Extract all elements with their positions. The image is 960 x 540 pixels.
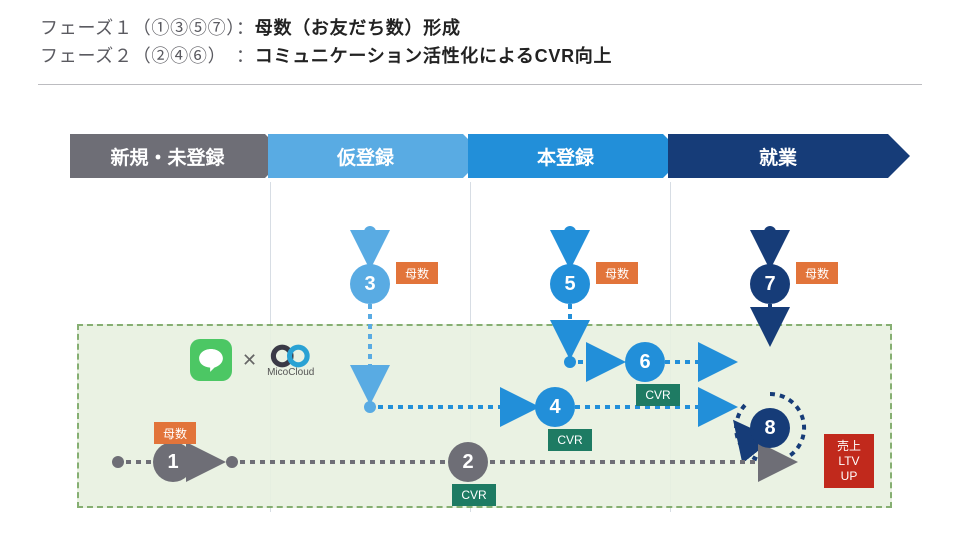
phase1-bold: 母数（お友だち数）形成 (255, 14, 461, 40)
phase2-label: フェーズ２（②④⑥） ： (40, 42, 255, 68)
node-3: 3 (350, 264, 390, 304)
header: フェーズ１（①③⑤⑦）： 母数（お友だち数）形成 フェーズ２（②④⑥） ： コミ… (0, 0, 960, 78)
arrow-temp-label: 仮登録 (337, 143, 394, 170)
tag-mom-5: 母数 (596, 262, 638, 284)
arrow-new-label: 新規・未登録 (110, 143, 224, 170)
red-ltv-box: 売上 LTV UP (824, 434, 874, 488)
micocloud-logo: MicoCloud (267, 342, 314, 378)
phase1-label: フェーズ１（①③⑤⑦）： (40, 14, 255, 40)
node-4: 4 (535, 387, 575, 427)
tag-mom-1: 母数 (154, 422, 196, 444)
micocloud-label: MicoCloud (267, 367, 314, 378)
stage-arrows: 新規・未登録 仮登録 本登録 就業 (70, 134, 890, 178)
phase2-bold: コミュニケーション活性化によるCVR向上 (255, 42, 613, 68)
tag-mom-7: 母数 (796, 262, 838, 284)
node-5: 5 (550, 264, 590, 304)
times-glyph: ✕ (242, 350, 257, 371)
arrow-temp: 仮登録 (268, 134, 463, 178)
tag-cvr-6: CVR (636, 384, 680, 406)
logo-strip: ✕ MicoCloud (190, 339, 314, 381)
node-8: 8 (750, 408, 790, 448)
tag-mom-3: 母数 (396, 262, 438, 284)
node-1: 1 (153, 442, 193, 482)
tag-cvr-2: CVR (452, 484, 496, 506)
node-7: 7 (750, 264, 790, 304)
tag-cvr-4: CVR (548, 429, 592, 451)
arrow-full-label: 本登録 (537, 143, 594, 170)
divider (38, 84, 922, 85)
node-6: 6 (625, 342, 665, 382)
node-2: 2 (448, 442, 488, 482)
arrow-work-label: 就業 (759, 143, 797, 170)
line-icon (190, 339, 232, 381)
arrow-new: 新規・未登録 (70, 134, 265, 178)
arrow-work: 就業 (668, 134, 888, 178)
arrow-full: 本登録 (468, 134, 663, 178)
